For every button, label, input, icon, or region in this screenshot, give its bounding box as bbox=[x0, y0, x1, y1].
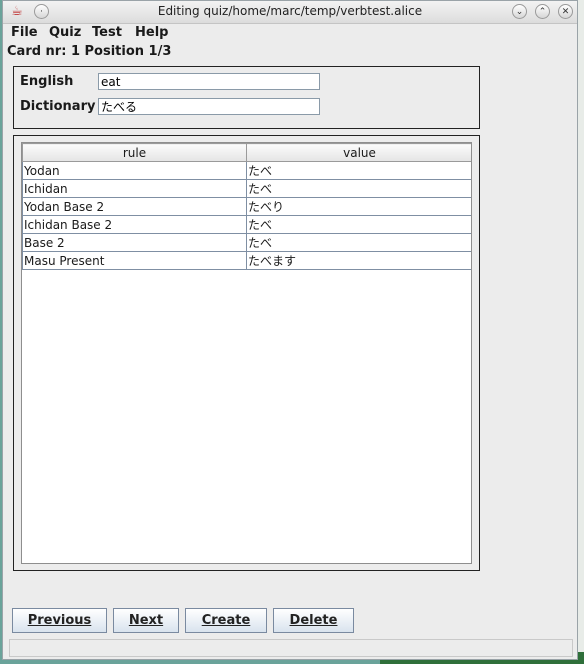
value-cell[interactable]: たべます bbox=[246, 251, 471, 270]
previous-button[interactable]: Previous bbox=[12, 608, 107, 633]
status-bar bbox=[9, 639, 573, 657]
rules-table: rule value Yodan たべ Ichidan たべ Yodan Bas… bbox=[22, 143, 471, 270]
menu-file[interactable]: File bbox=[11, 25, 38, 40]
value-cell[interactable]: たべ bbox=[246, 233, 471, 252]
column-header-rule[interactable]: rule bbox=[22, 143, 247, 162]
english-input[interactable] bbox=[98, 73, 320, 90]
rule-cell[interactable]: Masu Present bbox=[22, 251, 247, 270]
table-row[interactable]: Ichidan Base 2 たべ bbox=[22, 215, 471, 234]
menu-bar: File Quiz Test Help bbox=[3, 23, 577, 43]
background-desktop-strip bbox=[578, 0, 584, 664]
menu-quiz[interactable]: Quiz bbox=[49, 25, 81, 40]
table-row[interactable]: Base 2 たべ bbox=[22, 233, 471, 252]
value-cell[interactable]: たべ bbox=[246, 161, 471, 180]
table-row[interactable]: Yodan たべ bbox=[22, 161, 471, 180]
table-row[interactable]: Yodan Base 2 たべり bbox=[22, 197, 471, 216]
rule-cell[interactable]: Yodan bbox=[22, 161, 247, 180]
window-title: Editing quiz/home/marc/temp/verbtest.ali… bbox=[157, 4, 423, 18]
card-position-label: Card nr: 1 Position 1/3 bbox=[7, 44, 172, 59]
rule-cell[interactable]: Base 2 bbox=[22, 233, 247, 252]
minimize-icon[interactable]: ⌄ bbox=[512, 4, 527, 19]
table-header-row: rule value bbox=[22, 143, 471, 162]
table-row[interactable]: Masu Present たべます bbox=[22, 251, 471, 270]
rule-cell[interactable]: Ichidan bbox=[22, 179, 247, 198]
menu-test[interactable]: Test bbox=[92, 25, 122, 40]
value-cell[interactable]: たべ bbox=[246, 179, 471, 198]
table-row[interactable]: Ichidan たべ bbox=[22, 179, 471, 198]
card-form-panel: English Dictionary bbox=[13, 66, 480, 129]
delete-button[interactable]: Delete bbox=[273, 608, 354, 633]
next-button[interactable]: Next bbox=[113, 608, 179, 633]
value-cell[interactable]: たべ bbox=[246, 215, 471, 234]
menu-help[interactable]: Help bbox=[135, 25, 168, 40]
dictionary-input[interactable] bbox=[98, 98, 320, 115]
rules-table-panel: rule value Yodan たべ Ichidan たべ Yodan Bas… bbox=[13, 135, 480, 571]
close-icon[interactable]: ✕ bbox=[558, 4, 573, 19]
title-bar[interactable]: ☕ · Editing quiz/home/marc/temp/verbtest… bbox=[3, 1, 577, 24]
rule-cell[interactable]: Ichidan Base 2 bbox=[22, 215, 247, 234]
rule-cell[interactable]: Yodan Base 2 bbox=[22, 197, 247, 216]
create-button[interactable]: Create bbox=[185, 608, 267, 633]
dictionary-label: Dictionary bbox=[20, 99, 96, 114]
value-cell[interactable]: たべり bbox=[246, 197, 471, 216]
rules-table-scroll-area[interactable]: rule value Yodan たべ Ichidan たべ Yodan Bas… bbox=[21, 142, 472, 564]
maximize-icon[interactable]: ⌃ bbox=[535, 4, 550, 19]
column-header-value[interactable]: value bbox=[246, 143, 471, 162]
editor-window: ☕ · Editing quiz/home/marc/temp/verbtest… bbox=[2, 0, 578, 660]
english-label: English bbox=[20, 74, 74, 89]
